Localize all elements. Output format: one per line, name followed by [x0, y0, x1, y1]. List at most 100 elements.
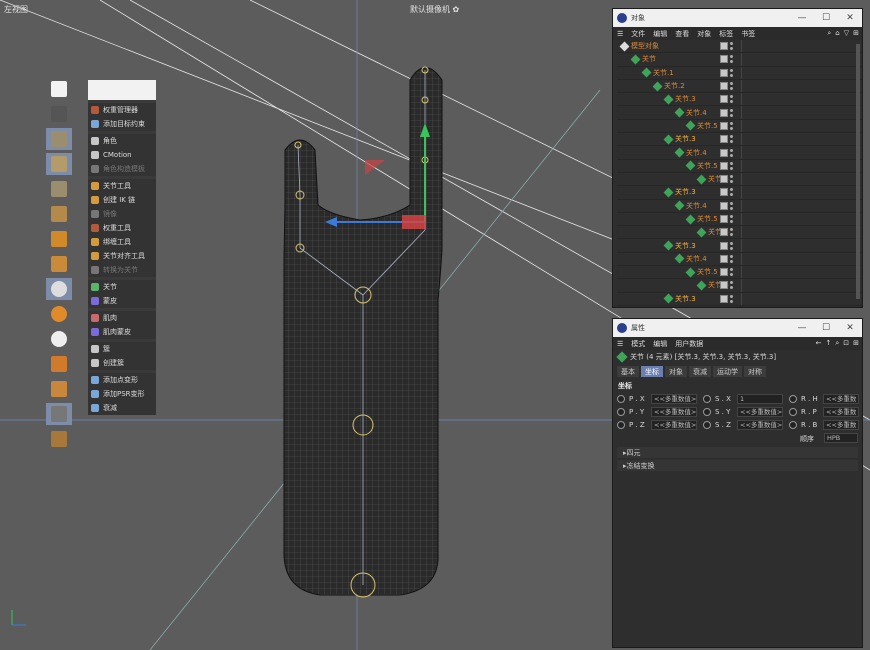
tree-row[interactable]: 关节.2	[617, 80, 862, 94]
camera-label[interactable]: 默认摄像机 ✿	[410, 4, 459, 15]
visibility-checkbox[interactable]	[720, 135, 728, 144]
render-dots-icon[interactable]	[730, 294, 733, 303]
grid-deform-icon[interactable]	[46, 378, 72, 400]
tree-item-label[interactable]: 关节.3	[675, 294, 696, 304]
visibility-checkbox[interactable]	[720, 201, 728, 210]
tree-item-label[interactable]: 关节.5	[697, 214, 718, 224]
search-icon[interactable]: ⌕	[827, 29, 831, 38]
checker-cube-icon[interactable]	[46, 153, 72, 175]
search-icon[interactable]: ⌕	[835, 339, 839, 348]
coord-field[interactable]: <<多重数值>>	[651, 420, 697, 430]
menu-0[interactable]: 模式	[631, 339, 645, 349]
filter-icon[interactable]: ▽	[844, 29, 849, 38]
hamburger-icon[interactable]: ☰	[617, 340, 623, 348]
curve-deform-icon[interactable]	[46, 428, 72, 450]
menu-item[interactable]: 权重管理器	[88, 103, 156, 117]
dots-grid-icon[interactable]	[46, 103, 72, 125]
s-circle-white-icon[interactable]	[46, 328, 72, 350]
anim-radio[interactable]	[789, 395, 797, 403]
tree-item-label[interactable]: 关节.4	[686, 254, 707, 264]
menu-1[interactable]: 编辑	[653, 29, 667, 39]
visibility-checkbox[interactable]	[720, 254, 728, 263]
menu-item[interactable]: 蒙皮	[88, 294, 156, 308]
menu-2[interactable]: 用户数据	[675, 339, 703, 349]
visibility-checkbox[interactable]	[720, 228, 728, 237]
tree-item-label[interactable]: 关节.3	[675, 187, 696, 197]
coord-field[interactable]: <<多重数值>>	[651, 394, 697, 404]
menu-item[interactable]: 添加目标约束	[88, 117, 156, 131]
render-dots-icon[interactable]	[730, 161, 733, 170]
menu-item[interactable]: 创建 IK 链	[88, 193, 156, 207]
visibility-checkbox[interactable]	[720, 281, 728, 290]
tree-row[interactable]: 关节.6	[617, 226, 862, 240]
visibility-checkbox[interactable]	[720, 121, 728, 130]
render-dots-icon[interactable]	[730, 55, 733, 64]
menu-item[interactable]: 肌肉	[88, 311, 156, 325]
tree-row[interactable]: 关节	[617, 53, 862, 67]
tree-row[interactable]: 关节.5	[617, 213, 862, 227]
lock-icon[interactable]: ⊡	[843, 339, 849, 348]
anim-radio[interactable]	[703, 395, 711, 403]
tree-row[interactable]: 关节.3	[617, 133, 862, 147]
cube-outline-icon[interactable]	[46, 178, 72, 200]
anim-radio[interactable]	[617, 421, 625, 429]
visibility-checkbox[interactable]	[720, 241, 728, 250]
visibility-checkbox[interactable]	[720, 55, 728, 64]
close-icon[interactable]: ✕	[838, 13, 862, 23]
tree-item-label[interactable]: 关节.4	[686, 201, 707, 211]
tree-row[interactable]: 关节.6	[617, 173, 862, 187]
render-dots-icon[interactable]	[730, 42, 733, 51]
tree-item-label[interactable]: 关节.3	[675, 241, 696, 251]
collapsed-section[interactable]: ▸ 四元	[617, 447, 858, 458]
tree-row[interactable]: 关节.3	[617, 239, 862, 253]
collapsed-section[interactable]: ▸ 冻结变换	[617, 460, 858, 471]
menu-item[interactable]: 绑缠工具	[88, 235, 156, 249]
expand-icon[interactable]: ⊞	[853, 29, 859, 38]
cube-gold-icon[interactable]	[46, 203, 72, 225]
coord-field[interactable]: <<多重数值>>	[737, 420, 783, 430]
visibility-checkbox[interactable]	[720, 188, 728, 197]
render-dots-icon[interactable]	[730, 241, 733, 250]
coord-field[interactable]: <<多重数值>>	[737, 407, 783, 417]
menu-item[interactable]: 添加PSR变形	[88, 387, 156, 401]
coord-field[interactable]: 1	[737, 394, 783, 404]
home-icon[interactable]: ⌂	[835, 29, 839, 38]
visibility-checkbox[interactable]	[720, 68, 728, 77]
tree-row[interactable]: 关节.1	[617, 67, 862, 80]
up-arrow-icon[interactable]: ↑	[825, 339, 831, 348]
menu-item[interactable]: 关节对齐工具	[88, 249, 156, 263]
visibility-checkbox[interactable]	[720, 268, 728, 277]
hamburger-icon[interactable]: ☰	[617, 30, 623, 38]
tab-1[interactable]: 坐标	[641, 366, 663, 377]
back-arrow-icon[interactable]: ←	[816, 339, 822, 348]
render-dots-icon[interactable]	[730, 175, 733, 184]
render-dots-icon[interactable]	[730, 135, 733, 144]
render-dots-icon[interactable]	[730, 254, 733, 263]
tree-row[interactable]: 关节.5	[617, 120, 862, 134]
tree-item-label[interactable]: 关节.4	[686, 148, 707, 158]
menu-item[interactable]: 衰减	[88, 401, 156, 415]
menu-5[interactable]: 书签	[741, 29, 755, 39]
t-input-icon[interactable]	[46, 78, 72, 100]
s-circle-icon[interactable]	[46, 278, 72, 300]
tab-5[interactable]: 对称	[744, 366, 766, 377]
menu-item[interactable]: 肌肉蒙皮	[88, 325, 156, 339]
menu-4[interactable]: 标签	[719, 29, 733, 39]
maximize-icon[interactable]: ☐	[814, 13, 838, 23]
cube-orange-icon[interactable]	[46, 228, 72, 250]
tree-item-label[interactable]: 关节.2	[664, 81, 685, 91]
order-select[interactable]: HPB	[824, 433, 858, 443]
menu-3[interactable]: 对象	[697, 29, 711, 39]
menu-item[interactable]: 角色	[88, 134, 156, 148]
visibility-checkbox[interactable]	[720, 108, 728, 117]
magnet-icon[interactable]	[46, 353, 72, 375]
render-dots-icon[interactable]	[730, 228, 733, 237]
cube-icon[interactable]	[46, 128, 72, 150]
axis-corner-icon[interactable]	[46, 253, 72, 275]
menu-item[interactable]: 关节工具	[88, 179, 156, 193]
tree-row[interactable]: 关节.4	[617, 146, 862, 160]
visibility-checkbox[interactable]	[720, 175, 728, 184]
tab-0[interactable]: 基本	[617, 366, 639, 377]
visibility-checkbox[interactable]	[720, 148, 728, 157]
visibility-checkbox[interactable]	[720, 95, 728, 104]
